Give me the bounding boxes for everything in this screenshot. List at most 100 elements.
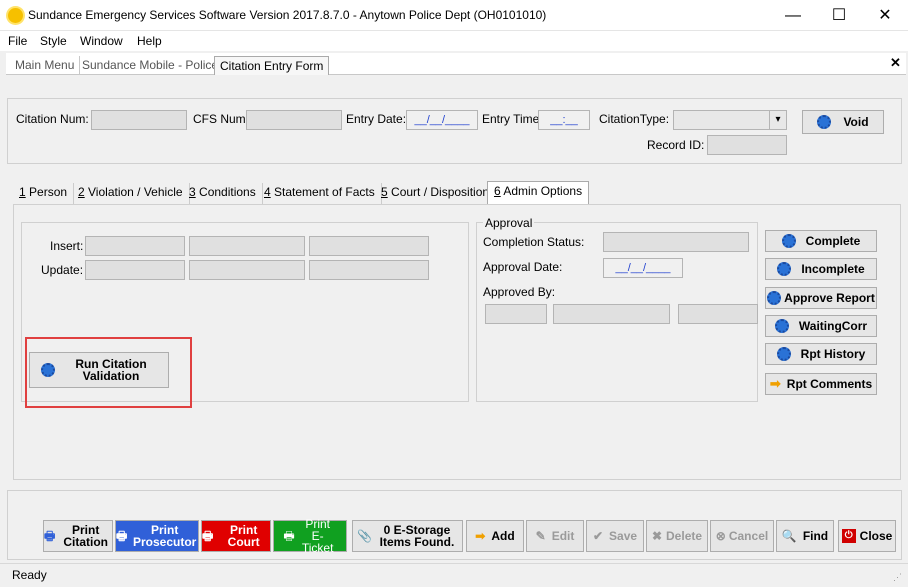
print-prosecutor-label: Print Prosecutor [132,523,197,549]
chevron-down-icon[interactable]: ▾ [769,111,786,129]
insert-field-2 [189,236,305,256]
update-field-3 [309,260,429,280]
gear-icon [817,115,832,129]
close-window-button[interactable]: ✕ [862,0,908,31]
cancel-button[interactable]: ⊗ Cancel [710,520,774,552]
menu-help[interactable]: Help [137,34,162,48]
completion-status-field [603,232,749,252]
edit-label: Edit [551,529,575,543]
clip-icon: 📎 [357,529,372,543]
tab-court-disposition[interactable]: 5 Court / Disposition [375,183,497,204]
close-doc-icon[interactable]: ✕ [890,55,901,71]
record-id-field[interactable] [707,135,787,155]
add-button[interactable]: ➡ Add [466,520,524,552]
maximize-button[interactable]: ☐ [816,0,862,31]
rpt-history-button[interactable]: Rpt History [765,343,877,365]
gear-icon [767,291,782,305]
complete-button[interactable]: Complete [765,230,877,252]
tab-key: 3 [189,185,196,199]
doc-tab-citation-entry[interactable]: Citation Entry Form [214,56,330,75]
gear-icon [776,347,791,361]
menu-file[interactable]: File [8,34,27,48]
edit-icon: ✎ [535,529,546,543]
cancel-label: Cancel [728,529,769,543]
approved-by-field-1 [485,304,547,324]
insert-field-3 [309,236,429,256]
approval-date-field[interactable]: __/__/____ [603,258,683,278]
find-label: Find [802,529,829,543]
search-icon: 🔍 [781,529,797,543]
print-citation-button[interactable]: 🖶 Print Citation [43,520,113,552]
citation-num-label: Citation Num: [16,112,89,126]
void-button[interactable]: Void [802,110,884,134]
menu-style[interactable]: Style [40,34,67,48]
menu-bar: File Style Window Help [0,31,908,51]
print-eticket-button[interactable]: 🖶 Print E-Ticket [273,518,347,554]
approved-by-field-3 [678,304,758,324]
add-label[interactable]: Add [491,530,514,542]
print-prosecutor-button[interactable]: 🖶 Print Prosecutor [115,520,199,552]
tab-violation-vehicle[interactable]: 2 Violation / Vehicle [72,183,190,204]
gear-icon [777,262,792,276]
estorage-button[interactable]: 📎 0 E-Storage Items Found. [352,520,463,552]
citation-type-select[interactable]: ▾ [673,110,787,130]
gear-icon [774,319,789,333]
cfs-num-field[interactable] [246,110,342,130]
citation-type-label: CitationType: [599,112,670,126]
add-arrow-icon: ➡ [475,529,486,543]
printer-icon: 🖶 [283,529,295,543]
save-button[interactable]: ✔ Save [586,520,644,552]
estorage-label: 0 E-Storage Items Found. [379,523,455,549]
incomplete-label: Incomplete [801,262,865,276]
run-citation-validation-button[interactable]: Run Citation Validation [29,352,169,388]
close-label: Close [859,529,893,543]
app-logo-icon [8,8,23,23]
tab-label: Court / Disposition [387,185,490,199]
print-court-button[interactable]: 🖶 Print Court [201,520,271,552]
waitingcorr-button[interactable]: WaitingCorr [765,315,877,337]
entry-time-label: Entry Time: [482,112,543,126]
comment-arrow-icon: ➡ [769,376,781,391]
minimize-button[interactable]: — [770,0,816,31]
doc-tab-mobile-police[interactable]: Sundance Mobile - Police [77,56,225,75]
find-button[interactable]: 🔍 Find [776,520,834,552]
window-title: Sundance Emergency Services Software Ver… [28,8,547,22]
approved-by-field-2 [553,304,670,324]
completion-status-label: Completion Status: [483,235,585,249]
run-validation-label: Run Citation Validation [75,357,147,383]
rpt-comments-button[interactable]: ➡ Rpt Comments [765,373,877,395]
tab-key: 5 [381,185,388,199]
delete-button[interactable]: ✖ Delete [646,520,708,552]
menu-window[interactable]: Window [80,34,123,48]
document-tabs: Main Menu Sundance Mobile - Police Citat… [6,53,906,75]
tab-label: Statement of Facts [270,185,375,199]
printer-icon: 🖶 [116,529,128,543]
tab-label: Conditions [195,185,256,199]
tab-label: Violation / Vehicle [84,185,183,199]
approval-group-label: Approval [483,216,535,230]
tab-key: 6 [494,184,501,198]
tab-conditions[interactable]: 3 Conditions [183,183,263,204]
resize-grip-icon[interactable]: ⋰ [893,572,902,583]
delete-label: Delete [666,529,703,543]
tab-key: 4 [264,185,271,199]
entry-time-field[interactable]: __:__ [538,110,590,130]
complete-label: Complete [805,234,861,248]
citation-num-field[interactable] [91,110,187,130]
rpt-comments-label: Rpt Comments [786,377,873,391]
edit-button[interactable]: ✎ Edit [526,520,584,552]
tab-person[interactable]: 1 Person [13,183,75,204]
tab-admin-options[interactable]: 6 Admin Options [487,181,590,205]
close-button[interactable]: ⏻ Close [838,520,896,552]
incomplete-button[interactable]: Incomplete [765,258,877,280]
save-label: Save [609,529,638,543]
approve-report-button[interactable]: Approve Report [765,287,877,309]
gear-icon [781,234,796,248]
check-icon: ✔ [592,529,604,543]
doc-tab-main-menu[interactable]: Main Menu [10,56,81,75]
entry-date-field[interactable]: __/__/____ [406,110,478,130]
insert-field-1 [85,236,185,256]
waitingcorr-label: WaitingCorr [798,319,868,333]
print-citation-label: Print Citation [63,523,108,549]
tab-statement-of-facts[interactable]: 4 Statement of Facts [258,183,382,204]
